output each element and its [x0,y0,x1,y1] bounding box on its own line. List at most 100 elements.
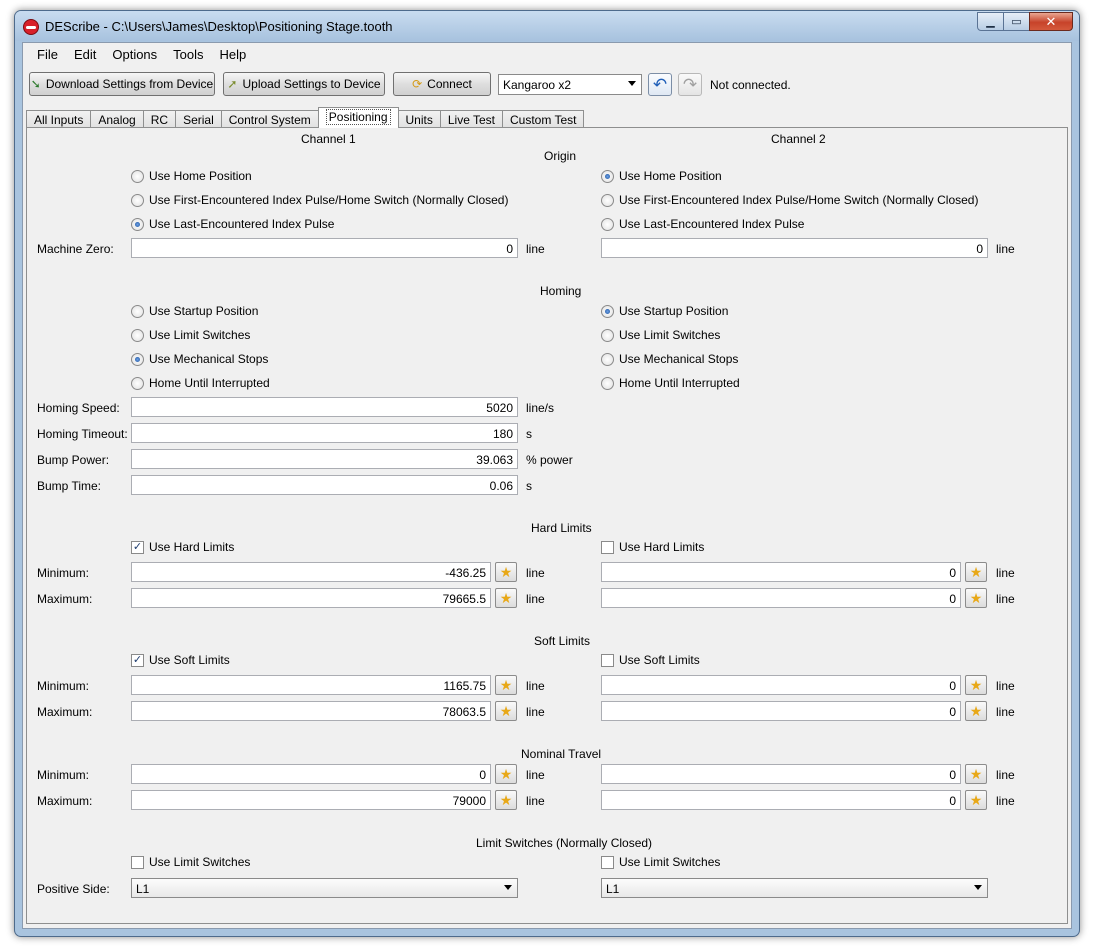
ch1-hard-max-input[interactable]: 79665.5 [131,588,491,608]
tab-control-system[interactable]: Control System [220,110,319,128]
ch1-machine-zero-input[interactable]: 0 [131,238,518,258]
homing-heading: Homing [540,284,582,298]
tab-live-test[interactable]: Live Test [439,110,503,128]
ch2-use-hard-limits-checkbox[interactable]: Use Hard Limits [601,540,704,554]
ch2-travel-max-star-button[interactable]: ★ [965,790,987,810]
ch2-homing-radio-mechanical-stops[interactable]: Use Mechanical Stops [601,352,738,366]
tab-units[interactable]: Units [397,110,441,128]
ch2-soft-max-input[interactable]: 0 [601,701,961,721]
ch2-use-limit-switches-checkbox[interactable]: Use Limit Switches [601,855,720,869]
ch1-homing-radio-mechanical-stops[interactable]: Use Mechanical Stops [131,352,268,366]
ch2-origin-radio-first-index[interactable]: Use First-Encountered Index Pulse/Home S… [601,193,978,207]
ch1-hard-min-star-button[interactable]: ★ [495,562,517,582]
machine-zero-label: Machine Zero: [37,242,114,256]
download-settings-label: Download Settings from Device [45,77,214,91]
channel-1-heading: Channel 1 [301,132,356,146]
checkbox-checked-icon: ✓ [131,653,144,667]
ch1-travel-max-star-button[interactable]: ★ [495,790,517,810]
ch2-homing-radio-until-interrupted[interactable]: Home Until Interrupted [601,376,740,390]
minimize-button[interactable]: ▁ [977,12,1004,31]
tab-custom-test[interactable]: Custom Test [502,110,585,128]
ch2-hard-max-input[interactable]: 0 [601,588,961,608]
radio-label: Use Startup Position [149,304,259,318]
checkbox-icon [601,653,614,667]
download-settings-button[interactable]: ➘ Download Settings from Device [29,72,215,96]
ch1-soft-min-star-button[interactable]: ★ [495,675,517,695]
ch1-positive-side-select[interactable]: L1 [131,878,518,898]
bump-power-input[interactable]: 39.063 [131,449,518,469]
menu-edit[interactable]: Edit [66,43,104,65]
tab-analog[interactable]: Analog [90,110,144,128]
ch2-soft-min-input[interactable]: 0 [601,675,961,695]
nominal-travel-heading: Nominal Travel [521,747,602,761]
ch1-travel-min-input[interactable]: 0 [131,764,491,784]
upload-settings-button[interactable]: ➚ Upload Settings to Device [223,72,385,96]
ch1-use-limit-switches-checkbox[interactable]: Use Limit Switches [131,855,250,869]
ch2-travel-min-input[interactable]: 0 [601,764,961,784]
menu-tools[interactable]: Tools [165,43,211,65]
ch2-hard-max-star-button[interactable]: ★ [965,588,987,608]
menu-help[interactable]: Help [212,43,255,65]
menu-bar: File Edit Options Tools Help [23,43,1071,65]
close-button[interactable]: ✕ [1029,12,1073,31]
radio-label: Use Mechanical Stops [149,352,269,366]
connect-button[interactable]: ⟳ Connect [393,72,491,96]
ch1-soft-max-input[interactable]: 78063.5 [131,701,491,721]
hard-min-label: Minimum: [37,566,90,580]
ch2-travel-min-star-button[interactable]: ★ [965,764,987,784]
maximize-button[interactable]: ▭ [1003,12,1030,31]
checkbox-icon [601,540,614,554]
ch1-origin-radio-home[interactable]: Use Home Position [131,169,252,183]
ch2-origin-radio-last-index[interactable]: Use Last-Encountered Index Pulse [601,217,804,231]
tab-all-inputs[interactable]: All Inputs [26,110,92,128]
device-select[interactable]: Kangaroo x2 [498,74,642,95]
tab-serial[interactable]: Serial [175,110,222,128]
ch1-travel-max-input[interactable]: 79000 [131,790,491,810]
upload-settings-label: Upload Settings to Device [242,77,381,91]
menu-options[interactable]: Options [104,43,165,65]
redo-button[interactable]: ↷ [678,73,702,96]
ch2-soft-max-star-button[interactable]: ★ [965,701,987,721]
homing-speed-input[interactable]: 5020 [131,397,518,417]
ch1-origin-radio-last-index[interactable]: Use Last-Encountered Index Pulse [131,217,334,231]
ch1-use-soft-limits-checkbox[interactable]: ✓ Use Soft Limits [131,653,230,667]
chevron-down-icon [974,885,982,890]
ch1-use-hard-limits-checkbox[interactable]: ✓ Use Hard Limits [131,540,234,554]
ch2-hard-min-input[interactable]: 0 [601,562,961,582]
ch1-homing-radio-until-interrupted[interactable]: Home Until Interrupted [131,376,270,390]
ch1-hard-max-star-button[interactable]: ★ [495,588,517,608]
homing-timeout-input[interactable]: 180 [131,423,518,443]
star-icon: ★ [499,702,513,719]
undo-icon: ↶ [652,74,668,94]
ch1-origin-radio-first-index[interactable]: Use First-Encountered Index Pulse/Home S… [131,193,508,207]
menu-file[interactable]: File [29,43,66,65]
soft-max-label: Maximum: [37,705,93,719]
radio-icon [131,169,144,183]
ch2-hard-min-star-button[interactable]: ★ [965,562,987,582]
ch2-machine-zero-input[interactable]: 0 [601,238,988,258]
ch1-machine-zero-unit: line [526,242,545,256]
radio-icon [131,376,144,390]
radio-selected-icon [131,352,144,366]
ch1-soft-min-input[interactable]: 1165.75 [131,675,491,695]
bump-time-input[interactable]: 0.06 [131,475,518,495]
ch1-homing-radio-limit-switches[interactable]: Use Limit Switches [131,328,250,342]
tab-rc[interactable]: RC [142,110,177,128]
ch1-hard-min-input[interactable]: -436.25 [131,562,491,582]
ch2-use-soft-limits-checkbox[interactable]: Use Soft Limits [601,653,700,667]
checkbox-label: Use Limit Switches [619,855,721,869]
chevron-down-icon [504,885,512,890]
ch2-soft-min-star-button[interactable]: ★ [965,675,987,695]
tab-positioning[interactable]: Positioning [317,107,399,128]
ch2-origin-radio-home[interactable]: Use Home Position [601,169,722,183]
ch2-positive-side-select[interactable]: L1 [601,878,988,898]
undo-button[interactable]: ↶ [648,73,672,96]
ch2-travel-max-input[interactable]: 0 [601,790,961,810]
ch1-travel-min-star-button[interactable]: ★ [495,764,517,784]
redo-icon: ↷ [682,74,698,94]
ch2-homing-radio-startup[interactable]: Use Startup Position [601,304,728,318]
ch1-soft-max-star-button[interactable]: ★ [495,701,517,721]
soft-limits-heading: Soft Limits [534,634,591,648]
ch1-homing-radio-startup[interactable]: Use Startup Position [131,304,258,318]
ch2-homing-radio-limit-switches[interactable]: Use Limit Switches [601,328,720,342]
